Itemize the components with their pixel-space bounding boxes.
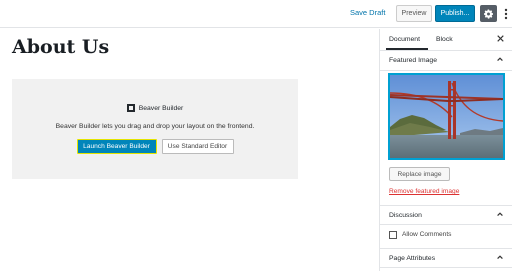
settings-sidebar: Document Block Featured Image Replace im… (379, 29, 512, 271)
beaver-builder-panel: Beaver Builder Beaver Builder lets you d… (12, 79, 298, 179)
tab-document[interactable]: Document (389, 36, 420, 43)
allow-comments-label: Allow Comments (402, 231, 452, 238)
beaver-builder-name: Beaver Builder (138, 104, 184, 112)
beaver-builder-logo-icon (126, 104, 135, 112)
golden-gate-bridge-image (390, 75, 503, 158)
page-title[interactable]: About Us (12, 36, 109, 58)
save-draft-link[interactable]: Save Draft (350, 8, 385, 17)
active-tab-indicator (386, 48, 428, 50)
featured-image-preview[interactable] (388, 73, 505, 160)
gear-icon (483, 9, 493, 19)
beaver-builder-heading: Beaver Builder (12, 104, 298, 112)
page-attributes-label: Page Attributes (389, 255, 436, 262)
vertical-ellipsis-icon (504, 8, 508, 19)
close-icon (497, 35, 504, 42)
settings-button[interactable] (480, 5, 497, 22)
tab-block[interactable]: Block (436, 36, 453, 43)
page-attributes-panel-header[interactable]: Page Attributes (380, 248, 512, 268)
sidebar-tabs: Document Block (380, 29, 512, 51)
beaver-builder-actions: Launch Beaver Builder Use Standard Edito… (12, 139, 298, 154)
close-sidebar-button[interactable] (497, 34, 504, 44)
beaver-builder-description: Beaver Builder lets you drag and drop yo… (55, 123, 255, 130)
use-standard-editor-button[interactable]: Use Standard Editor (161, 139, 234, 154)
featured-image-panel-header[interactable]: Featured Image (380, 51, 512, 71)
discussion-panel-header[interactable]: Discussion (380, 205, 512, 225)
discussion-label: Discussion (389, 212, 422, 219)
featured-image-label: Featured Image (389, 57, 437, 64)
publish-button[interactable]: Publish... (435, 5, 475, 22)
more-options-button[interactable] (501, 5, 511, 22)
allow-comments-checkbox[interactable] (389, 231, 397, 239)
replace-image-button[interactable]: Replace image (389, 167, 450, 181)
launch-beaver-builder-button[interactable]: Launch Beaver Builder (76, 139, 157, 154)
top-toolbar: Save Draft Preview Publish... (0, 0, 512, 28)
remove-featured-image-link[interactable]: Remove featured image (389, 188, 459, 195)
chevron-up-icon (496, 55, 504, 65)
chevron-up-icon (496, 253, 504, 263)
preview-button[interactable]: Preview (396, 5, 432, 22)
chevron-up-icon (496, 210, 504, 220)
